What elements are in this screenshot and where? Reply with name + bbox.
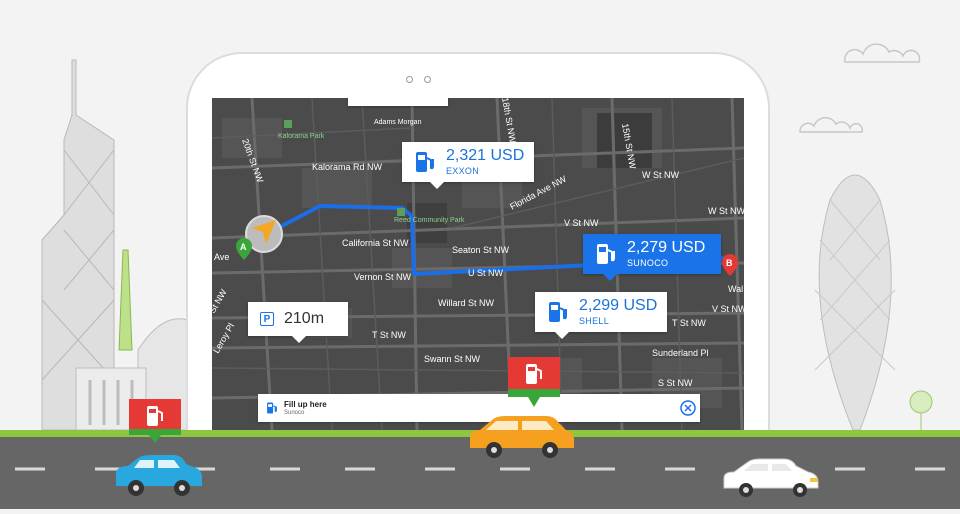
parking-icon: P [260, 312, 274, 326]
label-adams-morgan: Adams Morgan [374, 119, 422, 126]
label-california: California St NW [342, 238, 409, 248]
label-swann: Swann St NW [424, 354, 481, 364]
station-brand: SUNOCO [627, 258, 669, 268]
label-vernon: Vernon St NW [354, 272, 412, 282]
fill-up-subtitle: Sunoco [284, 410, 305, 416]
fuel-station-active-tag [508, 357, 560, 407]
label-t-st-left: T St NW [372, 330, 406, 340]
station-card-shell[interactable]: 2,299 USD SHELL [535, 292, 667, 339]
sensor-dot [424, 76, 431, 83]
station-brand: EXXON [446, 166, 480, 176]
label-reed-park: Reed Community Park [394, 217, 465, 224]
orange-car [470, 416, 574, 458]
label-t-st-right: T St NW [672, 318, 706, 328]
label-sunderland: Sunderland Pl [652, 348, 709, 358]
offscreen-card [348, 98, 448, 106]
label-w-st: W St NW [642, 170, 679, 180]
station-card-exxon[interactable]: 2,321 USD EXXON [402, 142, 534, 189]
camera-dot [406, 76, 413, 83]
parking-card[interactable]: P 210m [248, 302, 348, 343]
station-price: 2,321 USD [446, 147, 525, 164]
fuel-pump-icon [597, 244, 615, 264]
station-brand: SHELL [579, 316, 610, 326]
fuel-pump-icon [267, 402, 277, 414]
white-car [723, 458, 819, 497]
fuel-station-red-tag [129, 399, 181, 443]
label-wal: Wal [728, 284, 743, 294]
label-willard: Willard St NW [438, 298, 495, 308]
label-v-st-right: V St NW [712, 304, 744, 314]
svg-text:B: B [726, 258, 733, 268]
scene: Adams Morgan Kalorama Park Kalorama Rd N… [0, 0, 960, 509]
close-icon[interactable] [680, 400, 696, 416]
svg-text:A: A [240, 242, 247, 252]
fuel-pump-icon [416, 152, 434, 172]
blue-car [116, 455, 202, 496]
parking-distance: 210m [284, 310, 325, 327]
label-u-st: U St NW [468, 268, 504, 278]
label-w-st-right: W St NW [708, 206, 744, 216]
station-price: 2,279 USD [627, 239, 706, 256]
label-seaton: Seaton St NW [452, 245, 510, 255]
station-price: 2,299 USD [579, 297, 658, 314]
label-s-st: S St NW [658, 378, 693, 388]
fuel-pump-icon [549, 302, 567, 322]
label-ave-left: Ave [214, 252, 229, 262]
fill-up-title: Fill up here [284, 400, 327, 409]
label-kalorama-rd: Kalorama Rd NW [312, 162, 383, 172]
label-v-st: V St NW [564, 218, 599, 228]
label-kalorama-park: Kalorama Park [278, 133, 325, 140]
station-card-sunoco[interactable]: 2,279 USD SUNOCO [583, 234, 721, 281]
